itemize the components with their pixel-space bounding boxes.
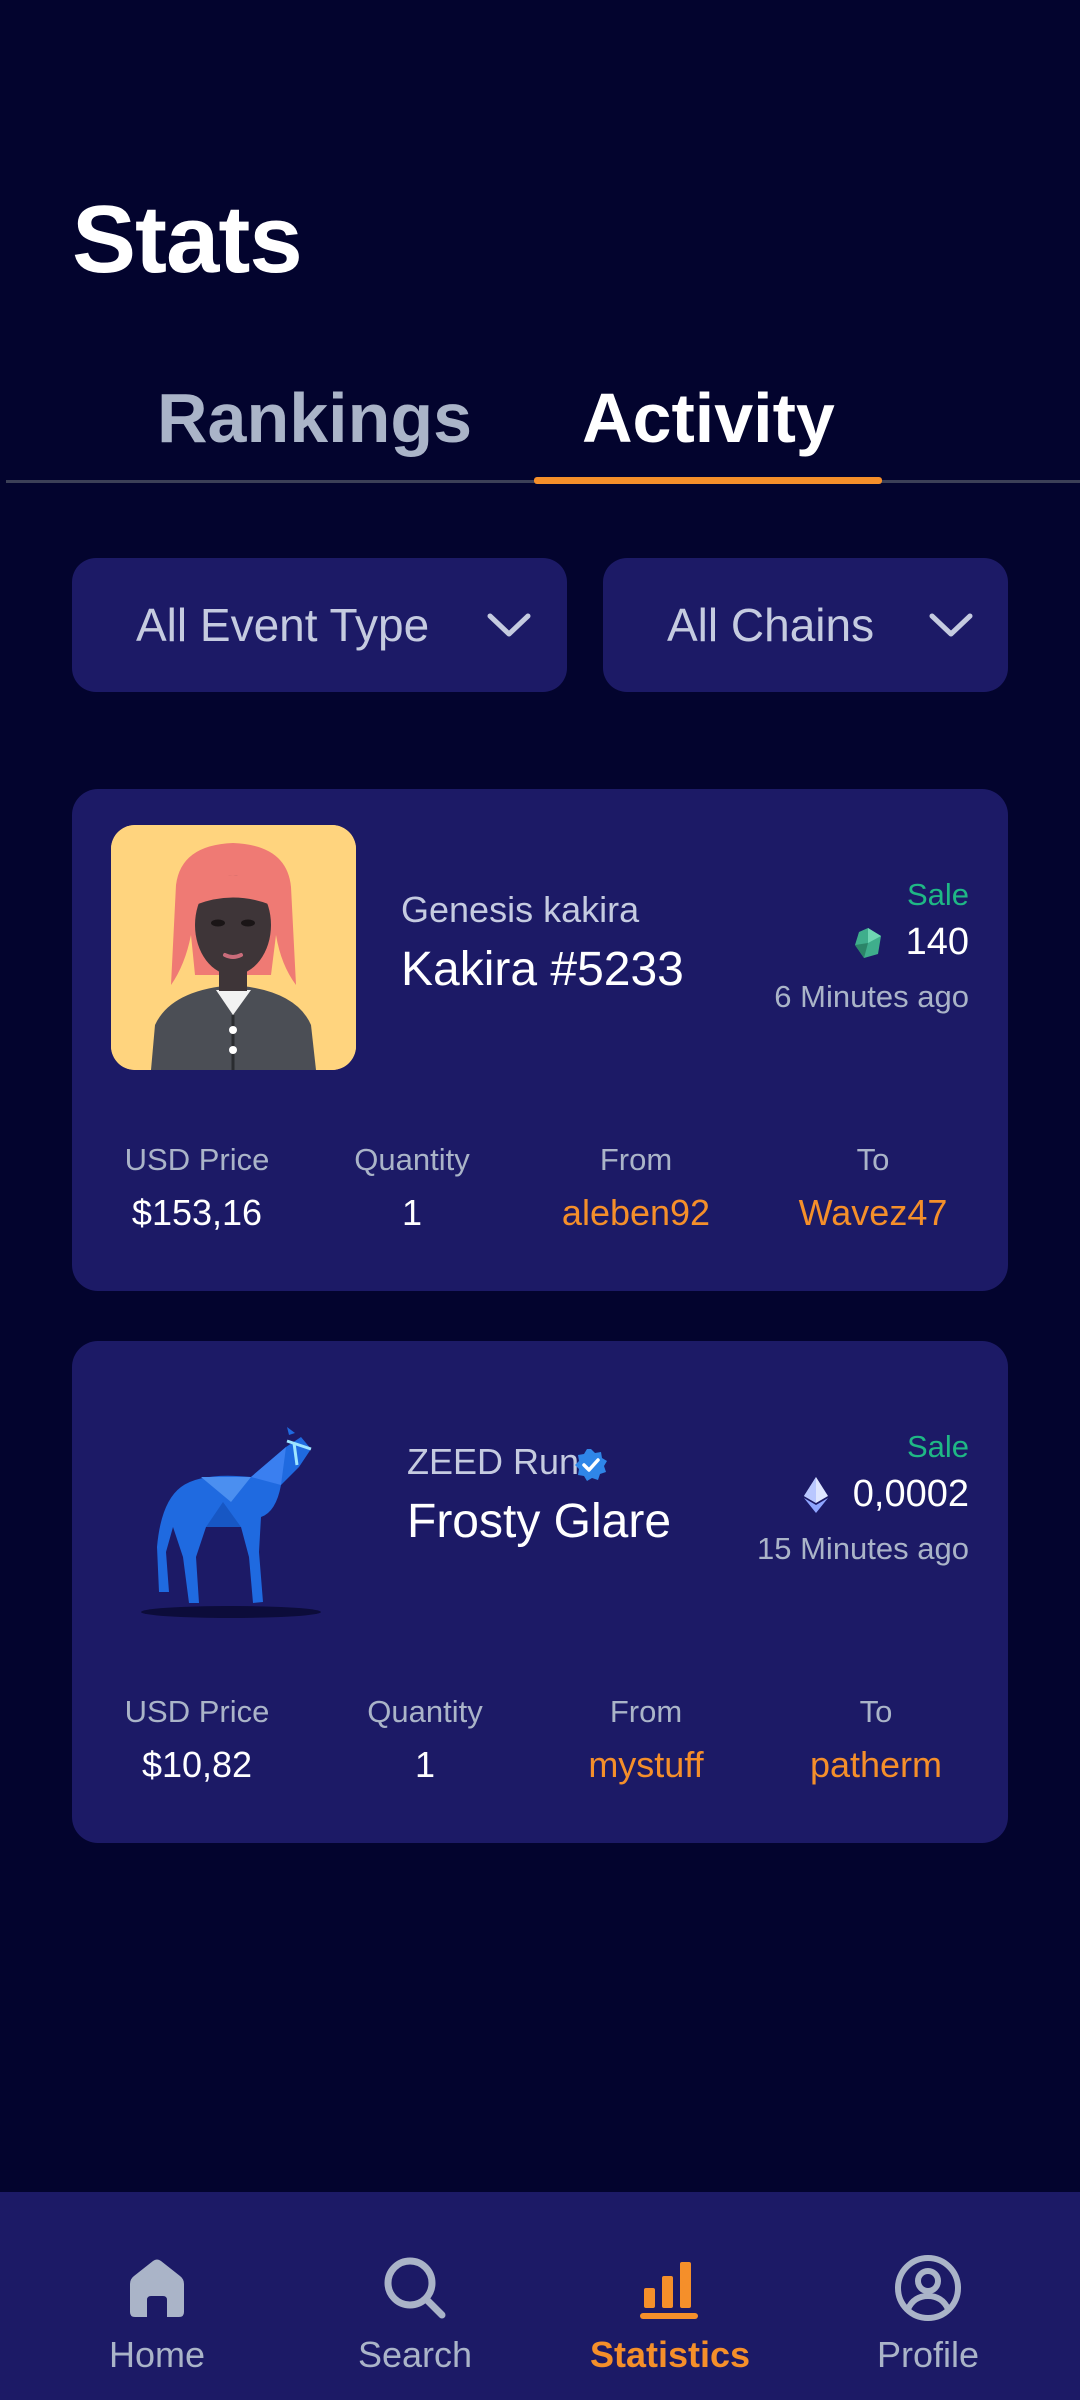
time-ago: 15 Minutes ago — [757, 1531, 969, 1566]
collection-name: Genesis kakira — [401, 889, 640, 930]
nav-home[interactable]: Home — [47, 2192, 267, 2400]
collection-name: ZEED Run — [407, 1441, 580, 1482]
from-label: From — [599, 1142, 673, 1177]
tab-bar: Rankings Activity — [0, 360, 1080, 485]
usd-price-stat: USD Price $153,16 — [125, 1142, 270, 1234]
activity-details: USD Price $153,16 Quantity 1 From aleben… — [72, 1142, 1008, 1242]
quantity-label: Quantity — [367, 1694, 483, 1729]
usd-price-label: USD Price — [124, 1142, 270, 1177]
activity-card[interactable]: ZEED Run Frosty Glare Sale 0,0002 15 Min… — [72, 1341, 1008, 1843]
quantity-stat: Quantity 1 — [367, 1694, 482, 1786]
price-value: 140 — [905, 921, 969, 963]
usd-price-value: $10,82 — [141, 1744, 253, 1785]
to-stat: To Wavez47 — [799, 1142, 948, 1234]
stats-screen: Stats Rankings Activity All Event Type A… — [0, 0, 1080, 2400]
polygon-gem-icon — [854, 927, 881, 958]
page-title: Stats — [72, 186, 303, 293]
chevron-down-icon — [929, 613, 973, 637]
nav-profile[interactable]: Profile — [818, 2192, 1038, 2400]
nft-thumbnail-kakira — [111, 825, 356, 1070]
to-stat: To patherm — [810, 1694, 942, 1786]
event-type-badge: Sale — [906, 877, 969, 912]
quantity-value: 1 — [401, 1192, 423, 1233]
chains-label: All Chains — [667, 599, 875, 651]
nft-name[interactable]: Kakira #5233 — [401, 942, 684, 997]
search-icon — [384, 2257, 446, 2319]
usd-price-label: USD Price — [124, 1694, 270, 1729]
from-user-link[interactable]: mystuff — [588, 1744, 703, 1786]
quantity-label: Quantity — [354, 1142, 470, 1177]
to-label: To — [856, 1142, 890, 1177]
to-user-link[interactable]: Wavez47 — [799, 1192, 948, 1234]
event-type-label: All Event Type — [136, 599, 430, 651]
tab-rankings[interactable]: Rankings — [157, 378, 472, 458]
nav-statistics-label: Statistics — [589, 2334, 751, 2375]
event-type-dropdown[interactable]: All Event Type — [72, 558, 567, 692]
from-stat: From mystuff — [588, 1694, 703, 1786]
from-user-link[interactable]: aleben92 — [562, 1192, 710, 1234]
tab-activity[interactable]: Activity — [582, 378, 835, 458]
nav-search[interactable]: Search — [305, 2192, 525, 2400]
chevron-down-icon — [487, 613, 531, 637]
quantity-stat: Quantity 1 — [354, 1142, 469, 1234]
active-tab-indicator — [534, 477, 882, 484]
usd-price-stat: USD Price $10,82 — [125, 1694, 270, 1786]
quantity-value: 1 — [414, 1744, 436, 1785]
nav-profile-label: Profile — [876, 2334, 980, 2375]
nft-thumbnail-frosty-glare — [111, 1377, 356, 1622]
home-icon — [130, 2259, 184, 2317]
from-label: From — [609, 1694, 683, 1729]
chains-dropdown[interactable]: All Chains — [603, 558, 1008, 692]
nav-statistics[interactable]: Statistics — [560, 2192, 780, 2400]
activity-card[interactable]: Genesis kakira Kakira #5233 Sale 140 6 M… — [72, 789, 1008, 1291]
nav-search-label: Search — [357, 2334, 473, 2375]
kakira-portrait-image — [111, 825, 356, 1070]
ethereum-icon — [803, 1476, 828, 1513]
bar-chart-icon — [640, 2262, 698, 2319]
verified-badge-icon — [575, 1449, 607, 1481]
price-row: 0,0002 — [803, 1473, 969, 1516]
price-row: 140 — [854, 921, 969, 964]
nft-name[interactable]: Frosty Glare — [407, 1494, 671, 1549]
time-ago: 6 Minutes ago — [774, 979, 969, 1014]
activity-details: USD Price $10,82 Quantity 1 From mystuff… — [72, 1694, 1008, 1794]
bottom-navigation: Home Search Statistics Profile — [0, 2192, 1080, 2400]
to-user-link[interactable]: patherm — [810, 1744, 942, 1786]
from-stat: From aleben92 — [562, 1142, 710, 1234]
to-label: To — [859, 1694, 893, 1729]
horse-image — [141, 1427, 321, 1618]
usd-price-value: $153,16 — [131, 1192, 263, 1233]
event-type-badge: Sale — [906, 1429, 969, 1464]
nav-home-label: Home — [108, 2334, 206, 2375]
profile-icon — [895, 2255, 961, 2321]
price-value: 0,0002 — [852, 1473, 969, 1515]
